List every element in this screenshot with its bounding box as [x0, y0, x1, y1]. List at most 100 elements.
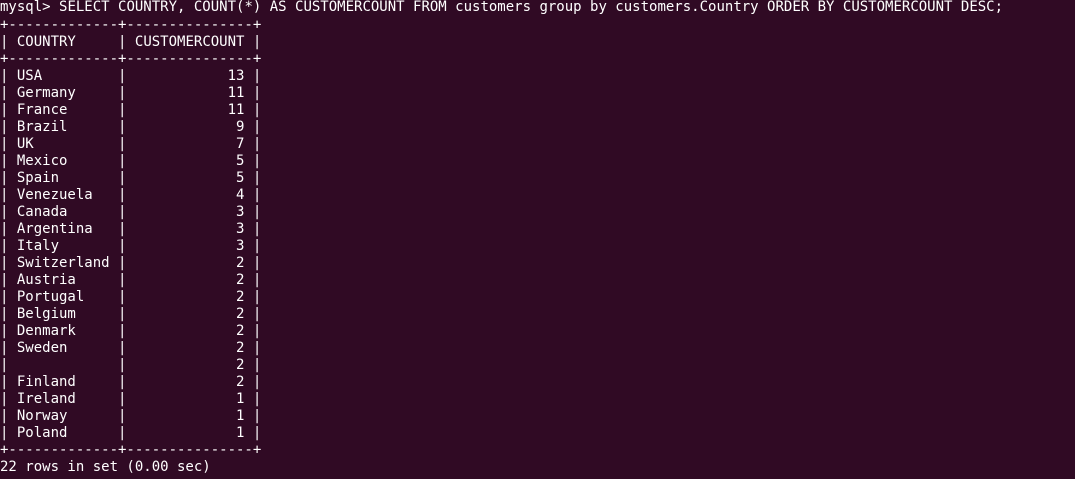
row-border-right: | — [244, 306, 262, 322]
table-row: | Portugal | 2 | — [0, 289, 1075, 306]
row-border-right: | — [244, 391, 262, 407]
row-border-left: | — [0, 238, 17, 254]
row-border-left: | — [0, 102, 17, 118]
row-border-right: | — [244, 170, 262, 186]
cell-customercount: 11 — [227, 85, 245, 101]
table-border-bottom: +-------------+---------------+ — [0, 442, 262, 458]
row-border-right: | — [244, 408, 262, 424]
row-border-left: | — [0, 391, 17, 407]
row-border-middle: | — [16, 357, 237, 373]
cell-country: Belgium — [16, 306, 76, 322]
row-border-right: | — [244, 102, 262, 118]
cell-country: Italy — [16, 238, 60, 254]
cell-country: Austria — [16, 272, 76, 288]
row-border-left: | — [0, 136, 17, 152]
row-border-left: | — [0, 85, 17, 101]
table-row: | UK | 7 | — [0, 136, 1075, 153]
row-border-middle: | — [59, 170, 237, 186]
mysql-prompt: mysql> — [0, 0, 60, 15]
table-row: | Germany | 11 | — [0, 85, 1075, 102]
cell-country: Ireland — [16, 391, 76, 407]
row-border-left: | — [0, 255, 17, 271]
row-border-right: | — [244, 272, 262, 288]
cell-country: Mexico — [16, 153, 68, 169]
row-border-right: | — [244, 85, 262, 101]
cell-country: UK — [16, 136, 34, 152]
row-border-middle: | — [75, 306, 237, 322]
cell-country: Switzerland — [16, 255, 110, 271]
row-border-left: | — [0, 170, 17, 186]
row-border-right: | — [244, 289, 262, 305]
row-border-middle: | — [67, 204, 237, 220]
row-border-middle: | — [84, 289, 237, 305]
row-border-right: | — [244, 136, 262, 152]
row-border-right: | — [244, 323, 262, 339]
table-row: | Brazil | 9 | — [0, 119, 1075, 136]
cell-country: Sweden — [16, 340, 68, 356]
cell-country: Norway — [16, 408, 68, 424]
row-border-middle: | — [67, 408, 237, 424]
row-border-left: | — [0, 119, 17, 135]
row-border-right: | — [244, 204, 262, 220]
row-border-middle: | — [67, 425, 237, 441]
cell-country: USA — [16, 68, 43, 84]
cell-country: Denmark — [16, 323, 76, 339]
row-border-middle: | — [109, 255, 237, 271]
command-line: mysql> SELECT COUNTRY, COUNT(*) AS CUSTO… — [0, 0, 1075, 16]
row-border-middle: | — [67, 340, 237, 356]
row-border-right: | — [244, 357, 262, 373]
row-border-left: | — [0, 357, 17, 373]
row-border-middle: | — [75, 272, 237, 288]
table-row: | USA | 13 | — [0, 68, 1075, 85]
table-row: | France | 11 | — [0, 102, 1075, 119]
table-header-prefix: | — [0, 34, 17, 50]
row-border-left: | — [0, 289, 17, 305]
table-row: | Ireland | 1 | — [0, 391, 1075, 408]
row-border-middle: | — [75, 323, 237, 339]
table-border-top: +-------------+---------------+ — [0, 17, 262, 33]
cell-country: Spain — [16, 170, 60, 186]
row-border-right: | — [244, 68, 262, 84]
cell-country: Brazil — [16, 119, 68, 135]
row-border-left: | — [0, 221, 17, 237]
row-border-right: | — [244, 425, 262, 441]
table-row: | Mexico | 5 | — [0, 153, 1075, 170]
row-border-left: | — [0, 306, 17, 322]
row-border-middle: | — [42, 68, 228, 84]
cell-country: Venezuela — [16, 187, 93, 203]
table-row: | | 2 | — [0, 357, 1075, 374]
row-border-right: | — [244, 255, 262, 271]
table-row: | Switzerland | 2 | — [0, 255, 1075, 272]
row-border-middle: | — [75, 85, 228, 101]
row-border-middle: | — [33, 136, 237, 152]
table-row: | Canada | 3 | — [0, 204, 1075, 221]
cell-country: Portugal — [16, 289, 85, 305]
column-header-customercount: CUSTOMERCOUNT — [134, 34, 245, 50]
row-border-right: | — [244, 187, 262, 203]
row-border-right: | — [244, 153, 262, 169]
row-border-left: | — [0, 204, 17, 220]
row-border-left: | — [0, 68, 17, 84]
terminal-window[interactable]: mysql> SELECT COUNTRY, COUNT(*) AS CUSTO… — [0, 0, 1075, 479]
cell-country: Poland — [16, 425, 68, 441]
table-row: | Belgium | 2 | — [0, 306, 1075, 323]
row-border-middle: | — [67, 119, 237, 135]
sql-command: SELECT COUNTRY, COUNT(*) AS CUSTOMERCOUN… — [59, 0, 1004, 15]
table-header-suffix: | — [244, 34, 262, 50]
row-border-left: | — [0, 187, 17, 203]
row-border-right: | — [244, 238, 262, 254]
row-border-middle: | — [59, 238, 237, 254]
row-border-middle: | — [67, 153, 237, 169]
cell-country: Germany — [16, 85, 76, 101]
cell-country: Canada — [16, 204, 68, 220]
table-row: | Austria | 2 | — [0, 272, 1075, 289]
status-line: 22 rows in set (0.00 sec) — [0, 459, 211, 475]
table-row: | Sweden | 2 | — [0, 340, 1075, 357]
table-row: | Finland | 2 | — [0, 374, 1075, 391]
row-border-right: | — [244, 374, 262, 390]
table-row: | Denmark | 2 | — [0, 323, 1075, 340]
row-border-middle: | — [67, 102, 228, 118]
cell-customercount: 13 — [227, 68, 245, 84]
cell-country: Argentina — [16, 221, 93, 237]
table-row: | Spain | 5 | — [0, 170, 1075, 187]
